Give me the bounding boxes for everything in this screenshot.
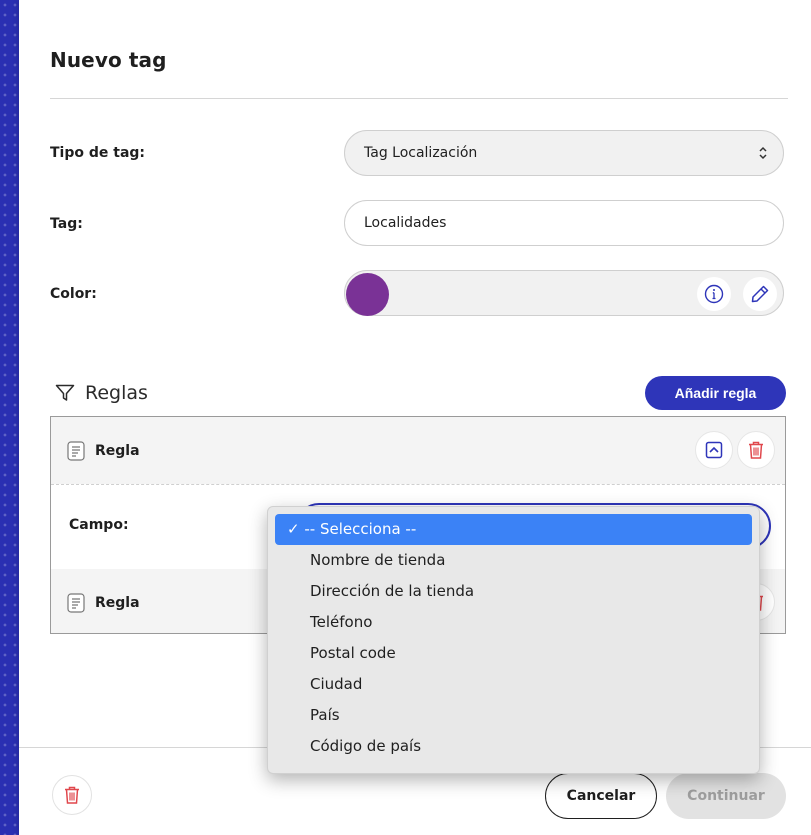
filter-icon [55, 384, 75, 401]
dropdown-option[interactable]: Postal code [275, 638, 752, 669]
dropdown-option[interactable]: Nombre de tienda [275, 545, 752, 576]
dropdown-option[interactable]: País [275, 700, 752, 731]
tag-name-label: Tag: [50, 216, 83, 232]
eyedropper-icon[interactable] [743, 277, 777, 311]
rule-label: Regla [95, 442, 140, 459]
select-arrows-icon [759, 144, 767, 168]
rule-label: Regla [95, 594, 140, 611]
modal-title: Nuevo tag [50, 48, 167, 72]
add-rule-button[interactable]: Añadir regla [645, 376, 786, 410]
tag-type-label: Tipo de tag: [50, 145, 146, 161]
field-dropdown-menu: ✓ -- Selecciona -- Nombre de tienda Dire… [267, 506, 760, 774]
trash-icon [65, 786, 79, 804]
trash-icon [749, 441, 763, 459]
header-divider [50, 98, 788, 99]
field-label: Campo: [69, 517, 129, 533]
check-icon: ✓ [287, 520, 300, 538]
delete-tag-button[interactable] [52, 775, 92, 815]
chevron-up-icon [705, 441, 723, 459]
document-icon [67, 440, 85, 461]
dropdown-option[interactable]: Código de país [275, 731, 752, 762]
dropdown-option[interactable]: ✓ -- Selecciona -- [275, 514, 752, 545]
rule-header[interactable]: Regla [51, 417, 785, 484]
dropdown-option[interactable]: Teléfono [275, 607, 752, 638]
tag-type-select[interactable]: Tag Localización [344, 130, 784, 176]
continue-button[interactable]: Continuar [666, 773, 786, 819]
info-icon[interactable] [697, 277, 731, 311]
color-picker[interactable] [344, 270, 784, 316]
color-swatch[interactable] [346, 273, 389, 316]
cancel-button[interactable]: Cancelar [545, 773, 657, 819]
tag-type-value: Tag Localización [364, 145, 478, 161]
collapse-button[interactable] [695, 431, 733, 469]
tag-name-value: Localidades [364, 215, 447, 231]
rules-heading: Reglas [55, 382, 148, 404]
delete-rule-button[interactable] [737, 431, 775, 469]
rules-title: Reglas [85, 382, 148, 404]
document-icon [67, 592, 85, 613]
dropdown-option[interactable]: Dirección de la tienda [275, 576, 752, 607]
color-label: Color: [50, 286, 97, 302]
dropdown-option[interactable]: Ciudad [275, 669, 752, 700]
tag-name-input[interactable]: Localidades [344, 200, 784, 246]
